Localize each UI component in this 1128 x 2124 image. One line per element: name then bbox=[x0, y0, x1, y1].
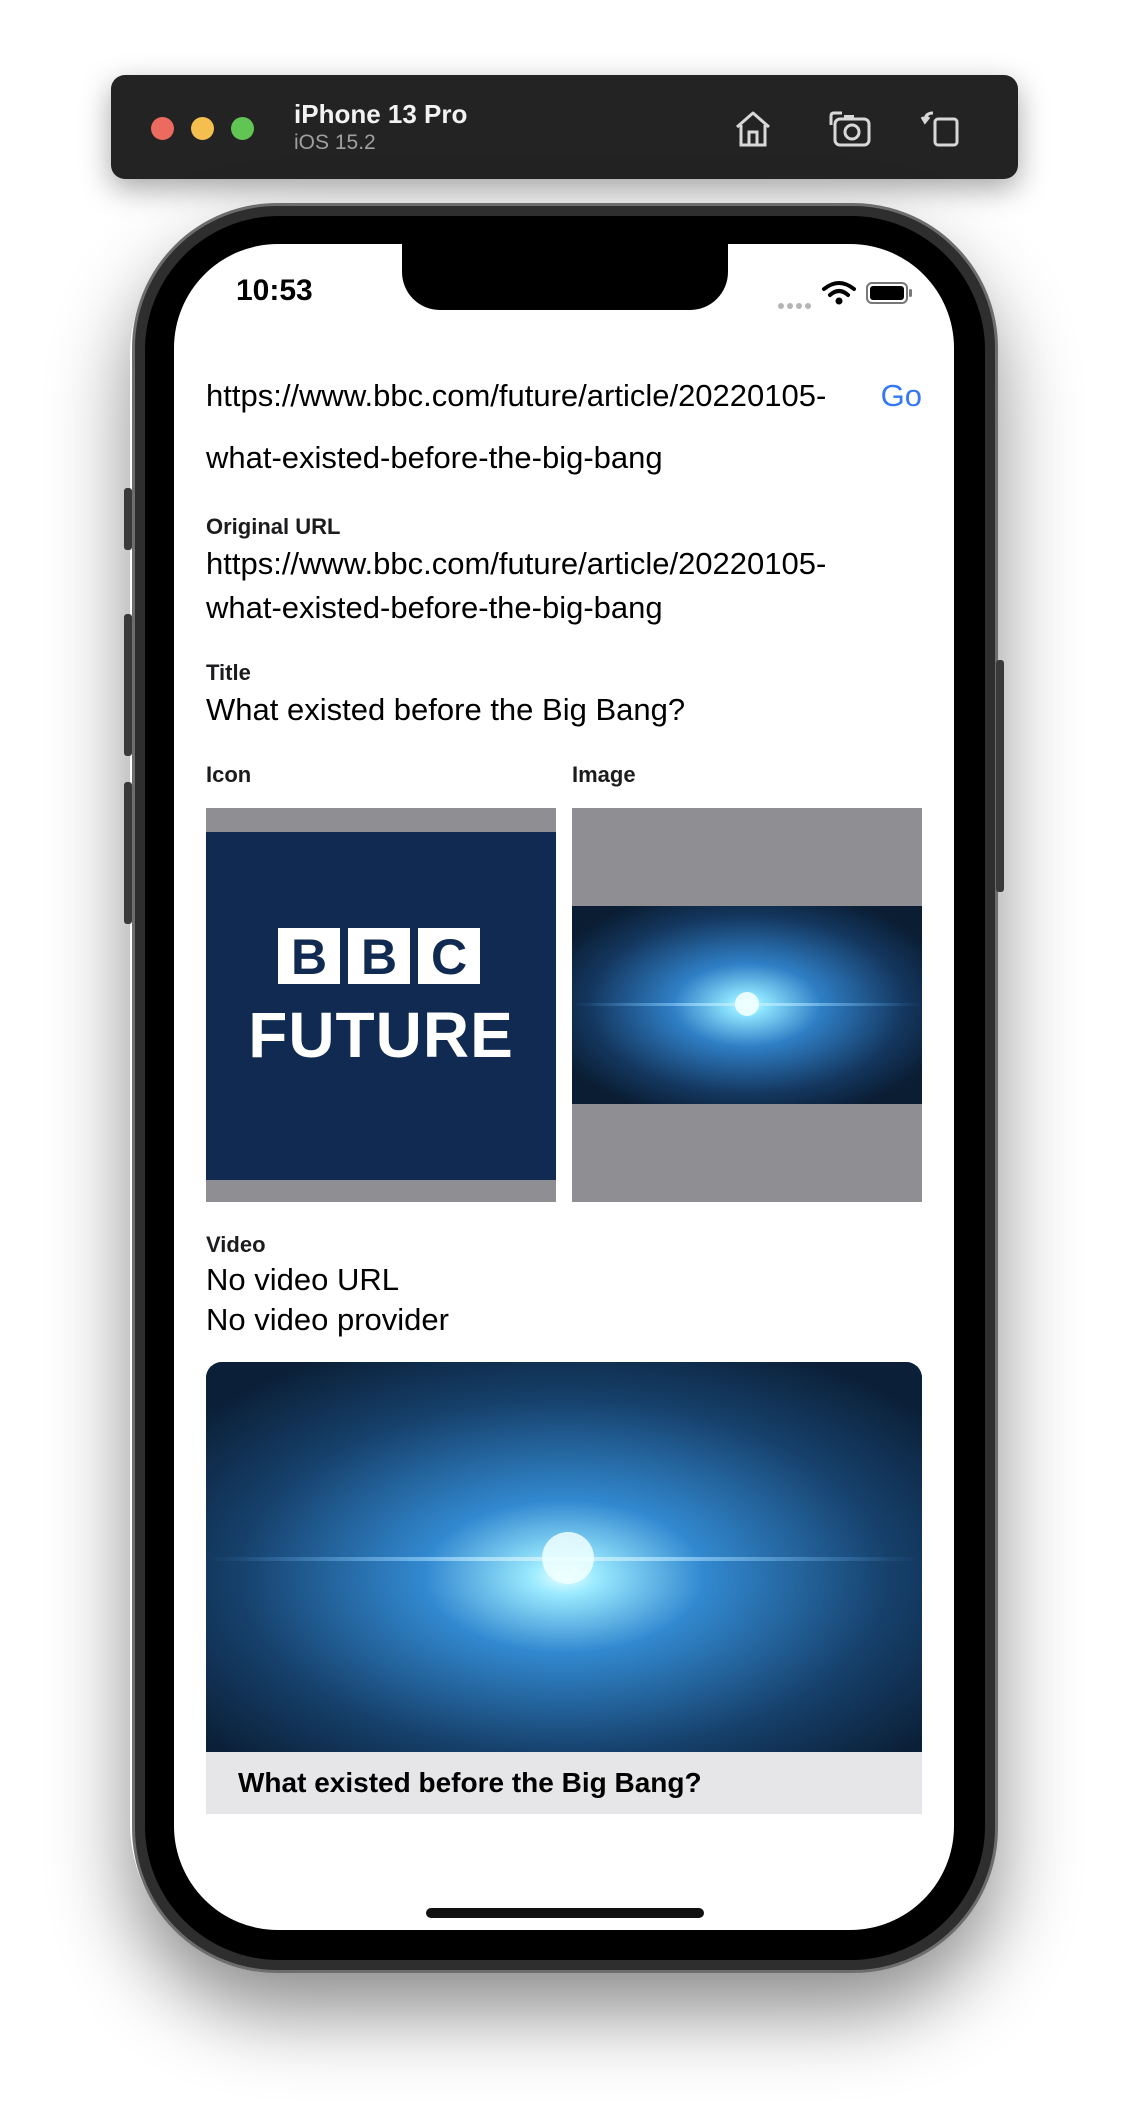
image-label: Image bbox=[572, 762, 636, 787]
url-slug-text: what-existed-before-the-big-bang bbox=[206, 440, 663, 475]
link-preview-card[interactable]: What existed before the Big Bang? bbox=[206, 1362, 922, 1814]
video-provider-status: No video provider bbox=[206, 1302, 449, 1337]
cosmic-light-image bbox=[572, 906, 922, 1104]
home-icon bbox=[736, 111, 770, 147]
image-thumbnail bbox=[572, 808, 922, 1202]
mute-switch bbox=[124, 488, 132, 550]
os-version: iOS 15.2 bbox=[294, 131, 376, 154]
title-label: Title bbox=[206, 660, 251, 685]
bbc-future-logo: B B C FUTURE bbox=[206, 832, 556, 1180]
simulator-toolbar: iPhone 13 Pro iOS 15.2 bbox=[111, 75, 1018, 179]
device-name: iPhone 13 Pro bbox=[294, 99, 468, 129]
original-url-line1: https://www.bbc.com/future/article/20220… bbox=[206, 546, 827, 581]
logo-future-text: FUTURE bbox=[248, 999, 514, 1071]
volume-down-button bbox=[124, 782, 132, 924]
device-screen: 10:53 Go what-existed-before-the-big-ban… bbox=[174, 244, 954, 1930]
home-button[interactable] bbox=[729, 105, 777, 153]
status-time: 10:53 bbox=[236, 274, 313, 307]
icon-thumbnail: B B C FUTURE bbox=[206, 808, 556, 1202]
zoom-window-button[interactable] bbox=[231, 117, 254, 140]
wifi-icon bbox=[822, 281, 856, 305]
volume-up-button bbox=[124, 614, 132, 756]
logo-letter-c: C bbox=[418, 928, 480, 985]
minimize-window-button[interactable] bbox=[191, 117, 214, 140]
rotate-icon bbox=[920, 111, 959, 147]
battery-icon bbox=[866, 282, 912, 304]
url-row: Go bbox=[206, 374, 922, 418]
power-button bbox=[996, 660, 1004, 892]
original-url-line2: what-existed-before-the-big-bang bbox=[206, 590, 663, 625]
camera-icon bbox=[829, 111, 871, 147]
rotate-button[interactable] bbox=[917, 105, 965, 153]
logo-letter-b2: B bbox=[348, 928, 410, 985]
url-input[interactable] bbox=[206, 374, 846, 418]
link-preview-caption: What existed before the Big Bang? bbox=[206, 1752, 922, 1814]
video-label: Video bbox=[206, 1232, 266, 1257]
title-value: What existed before the Big Bang? bbox=[206, 692, 686, 727]
video-url-status: No video URL bbox=[206, 1262, 399, 1297]
logo-letter-b1: B bbox=[278, 928, 340, 985]
link-preview-image bbox=[206, 1362, 922, 1752]
icon-label: Icon bbox=[206, 762, 252, 787]
original-url-label: Original URL bbox=[206, 514, 341, 539]
close-window-button[interactable] bbox=[151, 117, 174, 140]
screenshot-button[interactable] bbox=[827, 105, 875, 153]
notch bbox=[402, 244, 728, 310]
home-indicator[interactable] bbox=[426, 1908, 704, 1918]
cellular-signal-icon bbox=[778, 296, 814, 314]
go-button[interactable]: Go bbox=[881, 374, 922, 418]
